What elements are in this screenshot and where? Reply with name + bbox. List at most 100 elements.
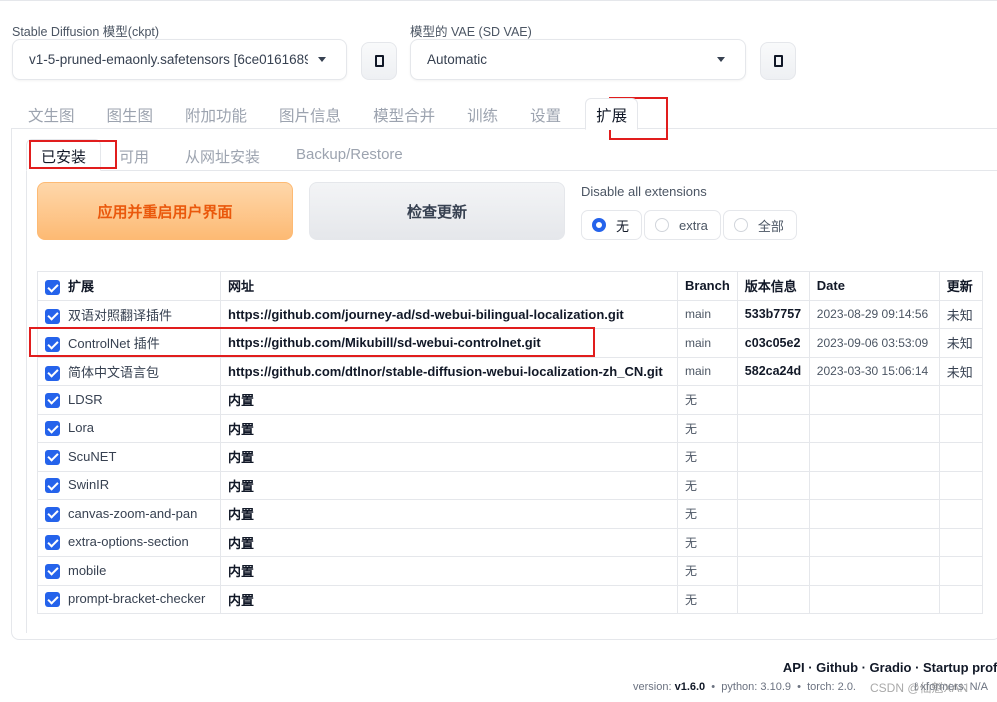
url-cell: 内置: [220, 556, 678, 586]
radio-all[interactable]: 全部: [722, 210, 797, 240]
date-cell: 2023-08-29 09:14:56: [808, 299, 940, 329]
extension-name-cell-text: LDSR: [68, 391, 103, 407]
extension-enable-checkbox[interactable]: [45, 449, 60, 465]
extension-name-cell: ControlNet 插件: [37, 328, 221, 358]
radio-dot-icon: [592, 218, 606, 232]
extension-enable-checkbox[interactable]: [45, 506, 60, 522]
refresh-icon: [773, 55, 783, 67]
tab-settings[interactable]: 设置: [514, 98, 577, 130]
radio-extra[interactable]: extra: [644, 210, 721, 240]
vae-dropdown[interactable]: Automatic: [410, 39, 746, 80]
extension-enable-checkbox[interactable]: [45, 478, 60, 494]
date-cell: [808, 385, 940, 415]
url-cell: https://github.com/Mikubill/sd-webui-con…: [220, 328, 678, 358]
apply-and-restart-button[interactable]: 应用并重启用户界面: [37, 182, 293, 240]
extension-enable-checkbox[interactable]: [45, 535, 60, 551]
tab-checkpoint-merger[interactable]: 模型合并: [357, 98, 451, 130]
branch-cell: main: [677, 328, 738, 358]
url-cell-text: 内置: [228, 421, 255, 437]
branch-cell: 无: [677, 556, 738, 586]
subtab-installed[interactable]: 已安装: [26, 139, 102, 171]
extension-enable-checkbox[interactable]: [45, 392, 60, 408]
table-row: LDSR 内置 无: [37, 385, 983, 415]
extension-name-cell: ScuNET: [37, 442, 221, 472]
subtab-install-from-url[interactable]: 从网址安装: [167, 139, 278, 171]
tab-extras[interactable]: 附加功能: [169, 98, 263, 130]
checkpoint-dropdown[interactable]: v1-5-pruned-emaonly.safetensors [6ce0161…: [12, 39, 347, 80]
extension-name-cell: 简体中文语言包: [37, 356, 221, 386]
extension-name-cell-text: extra-options-section: [68, 534, 189, 550]
url-cell: 内置: [220, 385, 678, 415]
branch-cell: 无: [677, 499, 738, 529]
select-all-checkbox[interactable]: [45, 280, 60, 296]
version-cell: [736, 385, 810, 415]
extension-enable-checkbox[interactable]: [45, 563, 60, 579]
sub-tabs: 已安装 可用 从网址安装 Backup/Restore: [26, 139, 421, 171]
branch-cell: 无: [677, 385, 738, 415]
tab-txt2img[interactable]: 文生图: [12, 98, 91, 130]
table-row: SwinIR 内置 无: [37, 470, 983, 500]
update-cell: 未知: [938, 299, 983, 329]
table-row: prompt-bracket-checker 内置 无: [37, 584, 983, 614]
subtab-backup-restore[interactable]: Backup/Restore: [278, 139, 421, 171]
radio-extra-label: extra: [679, 217, 708, 233]
radio-none[interactable]: 无: [581, 210, 643, 240]
extension-enable-checkbox[interactable]: [45, 308, 60, 324]
branch-cell-text: 无: [685, 507, 698, 522]
version-cell: c03c05e2: [736, 328, 810, 358]
extension-name-cell: Lora: [37, 413, 221, 443]
version-cell-text: 533b7757: [744, 307, 802, 322]
url-cell: 内置: [220, 442, 678, 472]
version-cell: 582ca24d: [736, 356, 810, 386]
branch-cell-text: main: [685, 307, 712, 322]
url-cell-text: https://github.com/journey-ad/sd-webui-b…: [228, 306, 624, 322]
extension-enable-checkbox[interactable]: [45, 421, 60, 437]
table-row: Lora 内置 无: [37, 413, 983, 443]
top-divider: [0, 0, 997, 4]
checkpoint-label: Stable Diffusion 模型(ckpt): [12, 25, 160, 39]
update-cell: [938, 385, 983, 415]
check-for-updates-button[interactable]: 检查更新: [309, 182, 565, 240]
extension-name-cell-text: Lora: [68, 420, 95, 436]
header-update: 更新: [938, 271, 983, 301]
tab-train[interactable]: 训练: [451, 98, 514, 130]
branch-cell-text: 无: [685, 564, 698, 579]
url-cell: 内置: [220, 499, 678, 529]
extension-enable-checkbox[interactable]: [45, 365, 60, 381]
radio-none-label: 无: [616, 218, 630, 234]
vae-label: 模型的 VAE (SD VAE): [410, 25, 532, 39]
branch-cell-text: 无: [685, 421, 698, 436]
subtab-available[interactable]: 可用: [101, 139, 167, 171]
checkpoint-value: v1-5-pruned-emaonly.safetensors [6ce0161…: [29, 52, 308, 67]
refresh-checkpoint-button[interactable]: [361, 42, 397, 80]
header-date: Date: [808, 271, 940, 301]
branch-cell-text: 无: [685, 535, 698, 550]
url-cell-text: https://github.com/Mikubill/sd-webui-con…: [228, 335, 541, 351]
version-cell: 533b7757: [736, 299, 810, 329]
table-row: ControlNet 插件 https://github.com/Mikubill…: [37, 328, 983, 358]
branch-cell: 无: [677, 470, 738, 500]
branch-cell-text: 无: [685, 592, 698, 607]
url-cell-text: 内置: [228, 564, 255, 580]
date-cell: [808, 499, 940, 529]
branch-cell: 无: [677, 413, 738, 443]
tab-img2img[interactable]: 图生图: [91, 98, 170, 130]
date-cell: [808, 556, 940, 586]
footer-links[interactable]: API · Github · Gradio · Startup profi: [783, 660, 997, 675]
tab-png-info[interactable]: 图片信息: [263, 98, 357, 130]
branch-cell: 无: [677, 442, 738, 472]
refresh-vae-button[interactable]: [760, 42, 796, 80]
date-cell-text: 2023-03-30 15:06:14: [816, 364, 929, 379]
update-cell-text: 未知: [946, 307, 973, 323]
refresh-icon: [374, 55, 384, 67]
python-version: python: 3.10.9: [721, 681, 791, 693]
tab-extensions[interactable]: 扩展: [585, 98, 639, 130]
date-cell: [808, 584, 940, 614]
extension-enable-checkbox[interactable]: [45, 337, 60, 353]
date-cell: [808, 442, 940, 472]
extension-enable-checkbox[interactable]: [45, 592, 60, 608]
branch-cell: 无: [677, 527, 738, 557]
url-cell: 内置: [220, 413, 678, 443]
version-value: v1.6.0: [674, 681, 706, 693]
extension-name-cell-text: prompt-bracket-checker: [68, 591, 206, 607]
